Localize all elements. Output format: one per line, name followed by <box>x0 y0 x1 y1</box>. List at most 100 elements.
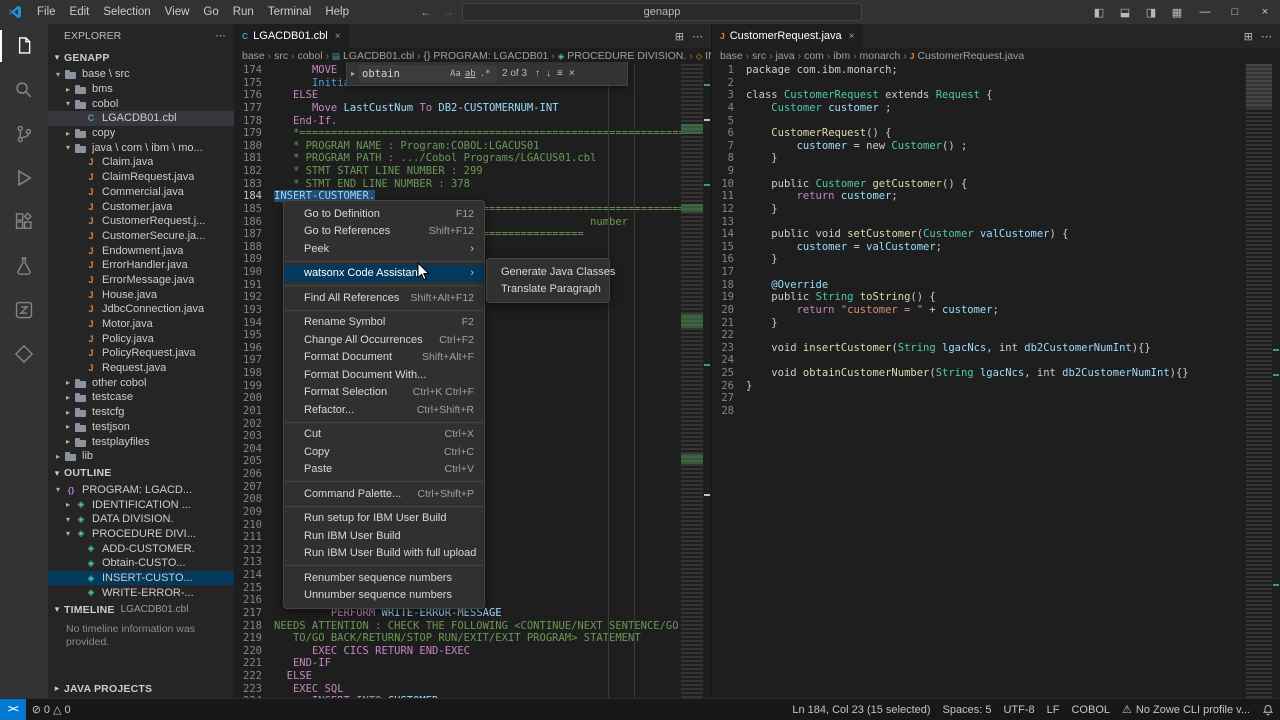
tab-close-icon[interactable]: × <box>849 31 855 42</box>
code-line[interactable]: End-If. <box>274 115 681 128</box>
menu-item-renumber-sequence-numbers[interactable]: Renumber sequence numbers <box>284 569 484 587</box>
toggle-sidebar-icon[interactable]: ◧ <box>1086 6 1112 19</box>
tree-item-errormessage-java[interactable]: J ErrorMessage.java <box>48 273 234 288</box>
code-line[interactable]: CustomerRequest() { <box>746 127 1246 140</box>
menu-item-go-to-definition[interactable]: Go to Definition F12 <box>284 205 484 223</box>
code-line[interactable]: customer = valCustomer; <box>746 241 1246 254</box>
code-area-right[interactable]: package com.ibm.monarch; class CustomerRe… <box>744 64 1246 698</box>
breadcrumb-customerrequest-java[interactable]: J CustomerRequest.java <box>910 50 1025 62</box>
code-line[interactable]: return "customer = " + customer; <box>746 304 1246 317</box>
code-line[interactable]: EXEC SQL <box>274 683 681 696</box>
nav-forward-icon[interactable]: → <box>440 5 456 19</box>
status-spaces-5[interactable]: Spaces: 5 <box>937 704 998 716</box>
tree-item-program-lgacd[interactable]: ▾ {} PROGRAM: LGACD... <box>48 483 234 498</box>
tree-item-java-com-ibm-mo[interactable]: ▾ java \ com \ ibm \ mo... <box>48 140 234 155</box>
more-actions-icon[interactable]: ⋯ <box>692 30 703 43</box>
menu-help[interactable]: Help <box>318 0 356 24</box>
command-center[interactable]: genapp <box>462 3 862 21</box>
minimize-button[interactable]: — <box>1190 0 1220 24</box>
menu-item-command-palette[interactable]: Command Palette... Ctrl+Shift+P <box>284 485 484 503</box>
code-line[interactable]: END-IF <box>274 657 681 670</box>
section-timeline[interactable]: ▾ TIMELINE LGACDB01.cbl <box>48 600 234 619</box>
nav-back-icon[interactable]: ← <box>418 5 434 19</box>
notifications-bell-icon[interactable] <box>1256 704 1280 716</box>
minimap-slider[interactable] <box>1246 64 1272 108</box>
breadcrumb-procedure-division[interactable]: ◈ PROCEDURE DIVISION. <box>558 50 687 62</box>
tree-item-procedure-divi[interactable]: ▾ ◈ PROCEDURE DIVI... <box>48 527 234 542</box>
code-line[interactable] <box>746 329 1246 342</box>
tree-item-claim-java[interactable]: J Claim.java <box>48 155 234 170</box>
tree-item-add-customer[interactable]: ◈ ADD-CUSTOMER. <box>48 541 234 556</box>
code-line[interactable]: public Customer getCustomer() { <box>746 178 1246 191</box>
menu-view[interactable]: View <box>158 0 197 24</box>
search-icon[interactable] <box>0 68 48 112</box>
tree-item-policy-java[interactable]: J Policy.java <box>48 331 234 346</box>
tree-item-testcase[interactable]: ▸ testcase <box>48 390 234 405</box>
code-line[interactable]: Customer customer ; <box>746 102 1246 115</box>
menu-item-run-setup-for-ibm-user-build[interactable]: Run setup for IBM User Build <box>284 510 484 528</box>
code-line[interactable]: * STMT END LINE NUMBER : 378 <box>274 178 681 191</box>
menu-item-format-document[interactable]: Format Document Shift+Alt+F <box>284 349 484 367</box>
status-ln-184-col-23-15-selected[interactable]: Ln 184, Col 23 (15 selected) <box>786 704 936 716</box>
menu-go[interactable]: Go <box>196 0 225 24</box>
whole-word-icon[interactable]: ab <box>463 69 478 79</box>
status-lf[interactable]: LF <box>1041 704 1066 716</box>
run-debug-icon[interactable] <box>0 156 48 200</box>
code-line[interactable]: @Override <box>746 279 1246 292</box>
close-button[interactable]: × <box>1250 0 1280 24</box>
problems-indicator[interactable]: ⊘ 0 △ 0 <box>26 703 77 717</box>
menu-item-find-all-references[interactable]: Find All References Shift+Alt+F12 <box>284 289 484 307</box>
split-editor-icon[interactable]: ⊞ <box>1244 30 1253 43</box>
code-line[interactable]: } <box>746 253 1246 266</box>
menu-item-run-ibm-user-build[interactable]: Run IBM User Build <box>284 527 484 545</box>
tree-item-testjson[interactable]: ▸ testjson <box>48 420 234 435</box>
menu-run[interactable]: Run <box>226 0 261 24</box>
more-actions-icon[interactable]: ⋯ <box>1261 30 1272 43</box>
code-line[interactable]: ELSE <box>274 89 681 102</box>
code-line[interactable]: Move LastCustNum To DB2-CUSTOMERNUM-INT <box>274 102 681 115</box>
code-line[interactable] <box>746 165 1246 178</box>
submenu-item-translate-paragraph[interactable]: Translate Paragraph <box>487 281 609 299</box>
tree-item-customersecure-ja[interactable]: J CustomerSecure.ja... <box>48 229 234 244</box>
status-utf-8[interactable]: UTF-8 <box>997 704 1040 716</box>
code-line[interactable]: TO/GO BACK/RETURN/STOP RUN/EXIT/EXIT PRO… <box>274 632 681 645</box>
ibm-z-icon[interactable] <box>0 288 48 332</box>
find-input[interactable] <box>362 67 448 80</box>
tab-customerrequest[interactable]: J CustomerRequest.java × <box>712 24 864 48</box>
code-line[interactable]: ELSE <box>274 670 681 683</box>
code-line[interactable]: } <box>746 317 1246 330</box>
tree-item-commercial-java[interactable]: J Commercial.java <box>48 185 234 200</box>
tree-item-testplayfiles[interactable]: ▸ testplayfiles <box>48 434 234 449</box>
code-line[interactable]: } <box>746 380 1246 393</box>
tree-item-lib[interactable]: ▸ lib <box>48 449 234 464</box>
tree-item-bms[interactable]: ▸ bms <box>48 82 234 97</box>
breadcrumb-com[interactable]: com <box>804 50 824 62</box>
testing-icon[interactable] <box>0 244 48 288</box>
menu-item-unnumber-sequence-numbers[interactable]: Unnumber sequence numbers <box>284 587 484 605</box>
extensions-icon[interactable] <box>0 200 48 244</box>
tab-close-icon[interactable]: × <box>335 31 341 42</box>
tree-item-copy[interactable]: ▸ copy <box>48 126 234 141</box>
split-editor-icon[interactable]: ⊞ <box>675 30 684 43</box>
code-line[interactable]: public void setCustomer(Customer valCust… <box>746 228 1246 241</box>
menu-item-rename-symbol[interactable]: Rename Symbol F2 <box>284 314 484 332</box>
code-line[interactable]: void insertCustomer(String lgacNcs, int … <box>746 342 1246 355</box>
code-line[interactable] <box>746 392 1246 405</box>
tree-item-policyrequest-java[interactable]: J PolicyRequest.java <box>48 346 234 361</box>
menu-file[interactable]: File <box>30 0 63 24</box>
code-line[interactable]: class CustomerRequest extends Request { <box>746 89 1246 102</box>
code-line[interactable]: EXEC CICS RETURN END-EXEC <box>274 645 681 658</box>
remote-indicator[interactable]: >< <box>0 698 26 720</box>
menu-item-format-document-with[interactable]: Format Document With... <box>284 366 484 384</box>
menu-item-change-all-occurrences[interactable]: Change All Occurrences Ctrl+F2 <box>284 331 484 349</box>
code-line[interactable]: NEEDS ATTENTION : CHECK THE FOLLOWING <C… <box>274 620 681 633</box>
tree-item-customerrequest-j[interactable]: J CustomerRequest.j... <box>48 214 234 229</box>
explorer-more-actions-icon[interactable]: ⋯ <box>216 30 227 42</box>
tree-item-jdbcconnection-java[interactable]: J JdbcConnection.java <box>48 302 234 317</box>
breadcrumb-src[interactable]: src <box>752 50 766 62</box>
code-line[interactable]: void obtainCustomerNumber(String lgacNcs… <box>746 367 1246 380</box>
tree-item-motor-java[interactable]: J Motor.java <box>48 317 234 332</box>
code-line[interactable]: package com.ibm.monarch; <box>746 64 1246 77</box>
breadcrumb-program-lgacdb01[interactable]: {} PROGRAM: LGACDB01 <box>424 50 549 62</box>
tree-item-testcfg[interactable]: ▸ testcfg <box>48 405 234 420</box>
